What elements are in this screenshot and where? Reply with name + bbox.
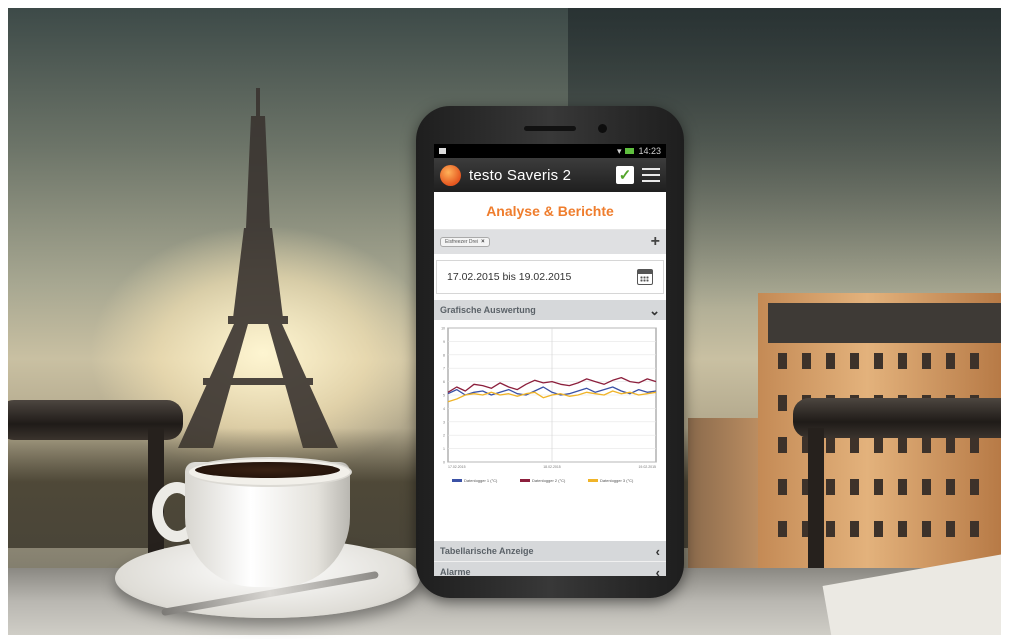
building-window: [778, 395, 787, 411]
building-window: [970, 437, 979, 453]
section-tabellarische-anzeige[interactable]: Tabellarische Anzeige ‹: [434, 541, 666, 562]
status-bar: ▾ 14:23: [434, 144, 666, 158]
chevron-left-icon[interactable]: ‹: [656, 545, 660, 558]
coffee: [195, 462, 340, 478]
building-window: [874, 521, 883, 537]
building-window: [946, 353, 955, 369]
status-icons: ▾ 14:23: [617, 146, 661, 157]
building-roof: [768, 303, 1001, 343]
building-window: [970, 353, 979, 369]
filter-chip[interactable]: Eisfreezer Drei ×: [440, 237, 490, 247]
legend-swatch: [588, 479, 598, 482]
date-range-text: 17.02.2015 bis 19.02.2015: [447, 271, 572, 283]
building-window: [826, 521, 835, 537]
y-tick-label: 10: [441, 327, 445, 331]
y-tick-label: 9: [443, 340, 445, 344]
app-title: testo Saveris 2: [469, 166, 572, 184]
calendar-icon[interactable]: [637, 269, 653, 285]
add-icon[interactable]: +: [651, 234, 660, 250]
section-label: Grafische Auswertung: [440, 305, 536, 315]
testo-logo-icon[interactable]: [440, 164, 461, 186]
building-window: [826, 437, 835, 453]
building-window: [778, 521, 787, 537]
close-icon[interactable]: ×: [481, 239, 485, 245]
building-window: [946, 479, 955, 495]
building-window: [826, 479, 835, 495]
building-window: [922, 437, 931, 453]
building-window: [874, 437, 883, 453]
section-label: Tabellarische Anzeige: [440, 546, 534, 556]
legend-swatch: [452, 479, 462, 482]
legend-swatch: [520, 479, 530, 482]
signal-icon: ▾: [616, 145, 622, 156]
building-window: [778, 479, 787, 495]
building-window: [898, 521, 907, 537]
earpiece: [524, 126, 576, 131]
y-tick-label: 0: [443, 461, 445, 465]
y-tick-label: 5: [443, 394, 445, 398]
legend-label: Datenlogger 1 (°C): [464, 478, 498, 483]
y-tick-label: 4: [443, 407, 445, 411]
building-window: [850, 479, 859, 495]
building-window: [802, 353, 811, 369]
y-tick-label: 3: [443, 420, 445, 424]
building-window: [922, 479, 931, 495]
section-label: Alarme: [440, 567, 471, 576]
building-window: [922, 353, 931, 369]
notification-icon: [439, 148, 446, 154]
front-camera: [598, 124, 607, 133]
building-window: [922, 521, 931, 537]
building-window: [946, 521, 955, 537]
railing-post-right: [808, 428, 824, 578]
date-range-field[interactable]: 17.02.2015 bis 19.02.2015: [436, 260, 664, 294]
page-title: Analyse & Berichte: [434, 192, 666, 230]
building-window: [874, 479, 883, 495]
y-tick-label: 7: [443, 367, 445, 371]
section-alarme[interactable]: Alarme ‹: [434, 562, 666, 576]
building-window: [850, 521, 859, 537]
y-tick-label: 1: [443, 447, 445, 451]
building-window: [970, 479, 979, 495]
building-window: [874, 353, 883, 369]
line-chart: 0 1 2 3 4 5 6 7 8 9 10 17.02.2015 18.02.2015 19.02.20…: [434, 320, 666, 508]
chevron-down-icon[interactable]: ⌄: [649, 304, 660, 317]
building-window: [778, 353, 787, 369]
chart-svg: 0 1 2 3 4 5 6 7 8 9 10 17.02.2015 18.02.2015 19.02.20…: [441, 327, 657, 483]
legend-label: Datenlogger 2 (°C): [532, 478, 566, 483]
x-tick-label: 19.02.2015: [638, 465, 656, 469]
chevron-left-icon[interactable]: ‹: [656, 566, 660, 577]
app-bar: testo Saveris 2 ✓: [434, 158, 666, 192]
y-tick-label: 8: [443, 353, 445, 357]
building-window: [946, 437, 955, 453]
building-window: [898, 437, 907, 453]
section-grafische-auswertung[interactable]: Grafische Auswertung ⌄: [434, 300, 666, 320]
battery-icon: [625, 148, 635, 154]
building-window: [826, 353, 835, 369]
hamburger-menu-icon[interactable]: [642, 168, 660, 182]
status-time: 14:23: [638, 146, 661, 156]
building-window: [898, 479, 907, 495]
building-window: [850, 437, 859, 453]
filter-bar: Eisfreezer Drei × +: [434, 230, 666, 254]
building-window: [778, 437, 787, 453]
x-tick-label: 18.02.2015: [543, 465, 561, 469]
legend-label: Datenlogger 3 (°C): [600, 478, 634, 483]
building-window: [970, 521, 979, 537]
railing-right: [793, 398, 1001, 438]
x-tick-label: 17.02.2015: [448, 465, 466, 469]
y-tick-label: 2: [443, 434, 445, 438]
building-window: [850, 353, 859, 369]
building-window: [898, 353, 907, 369]
phone-screen: ▾ 14:23 testo Saveris 2 ✓ Analyse & Beri…: [434, 144, 666, 576]
checkmark-icon[interactable]: ✓: [616, 166, 634, 184]
smartphone: ▾ 14:23 testo Saveris 2 ✓ Analyse & Beri…: [416, 106, 684, 598]
filter-chip-label: Eisfreezer Drei: [445, 239, 479, 245]
y-tick-label: 6: [443, 380, 445, 384]
